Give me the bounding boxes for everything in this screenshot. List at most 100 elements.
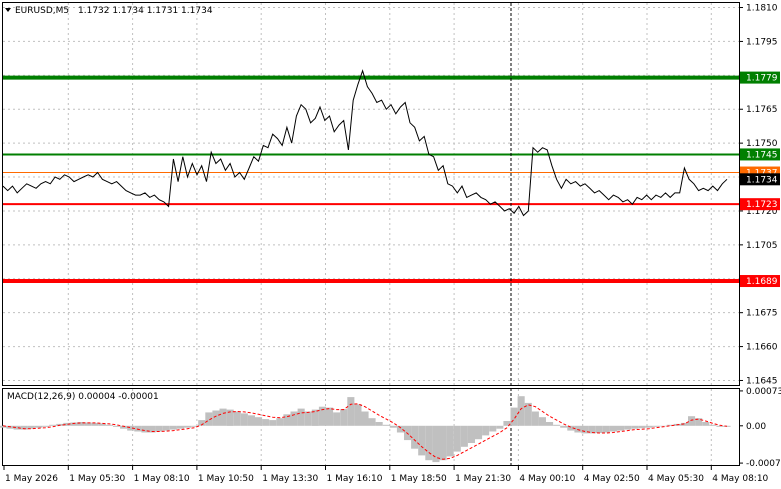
macd-histogram-bar (453, 425, 461, 452)
macd-histogram-bar (354, 404, 362, 426)
macd-histogram-bar (155, 425, 163, 432)
macd-histogram-bar (49, 424, 57, 426)
macd-histogram-bar (368, 418, 376, 426)
macd-histogram-bar (418, 425, 426, 456)
macd-histogram-bar (326, 407, 334, 426)
macd-histogram-bar (638, 425, 646, 429)
macd-histogram-bar (652, 425, 660, 427)
macd-histogram-bar (176, 425, 184, 429)
macd-histogram-bar (531, 411, 539, 426)
macd-histogram-bar (517, 396, 525, 426)
macd-histogram-bar (141, 425, 149, 433)
macd-histogram-bar (382, 424, 390, 426)
time-tick-label: 1 May 21:30 (455, 474, 511, 484)
macd-histogram-bar (602, 425, 610, 433)
trading-chart-window[interactable]: 1.18101.17951.17801.17651.17501.17351.17… (0, 0, 781, 489)
macd-histogram-bar (425, 425, 433, 461)
bid-price-tag-text: 1.1734 (746, 175, 778, 185)
macd-histogram-bar (553, 424, 561, 426)
macd-histogram-bar (716, 425, 724, 427)
price-tick-label: 1.1795 (746, 37, 778, 47)
macd-histogram-bar (631, 425, 639, 429)
symbol-dropdown-icon[interactable] (5, 8, 11, 12)
price-tick-label: 1.1765 (746, 105, 778, 115)
price-tick-label: 1.1645 (746, 376, 778, 386)
time-tick-label: 1 May 08:10 (134, 474, 190, 484)
time-tick-label: 1 May 13:30 (262, 474, 318, 484)
macd-histogram-bar (432, 425, 440, 463)
time-tick-label: 1 May 10:50 (198, 474, 254, 484)
time-axis[interactable]: 1 May 2026 1 May 05:30 1 May 08:10 1 May 10… (3, 465, 769, 484)
macd-histogram-bar (467, 425, 475, 443)
time-tick-label: 1 May 2026 (5, 474, 58, 484)
macd-histogram-bar (538, 417, 546, 426)
macd-histogram-bar (134, 425, 142, 432)
macd-histogram-bar (105, 424, 113, 426)
macd-histogram-bar (496, 425, 504, 429)
macd-histogram-bar (595, 425, 603, 433)
macd-histogram-bar (375, 422, 383, 426)
macd-histogram-bar (624, 425, 632, 430)
macd-histogram-bar (347, 397, 355, 426)
macd-histogram-bar (240, 413, 248, 426)
macd-histogram-bar (297, 408, 305, 426)
macd-histogram-bar (688, 416, 696, 426)
macd-histogram-bar (482, 425, 490, 436)
price-level-tag-text: 1.1779 (746, 74, 778, 84)
macd-axis: 0.00073 0.00 -0.00078 (739, 387, 781, 469)
macd-histogram-bar (510, 407, 518, 426)
price-level-tag-text: 1.1723 (746, 200, 778, 210)
macd-histogram-bar (255, 417, 263, 426)
macd-histogram-bar (389, 425, 397, 428)
macd-histogram-bar (489, 425, 497, 432)
time-tick-label: 1 May 05:30 (69, 474, 125, 484)
macd-histogram-bar (340, 409, 348, 426)
price-level-tag-text: 1.1689 (746, 277, 778, 287)
macd-histogram-bar (475, 425, 483, 440)
macd-histogram-bar (233, 411, 241, 426)
macd-histogram-bar (247, 415, 255, 426)
macd-histogram-bar (560, 425, 568, 428)
symbol-label: EURUSD,M5 (15, 6, 69, 16)
ohlc-readout: 1.1732 1.1734 1.1731 1.1734 (78, 6, 213, 16)
level-price-labels: 1.17791.17451.17231.16891.17371.1734 (740, 71, 780, 288)
macd-indicator-label: MACD(12,26,9) 0.00004 -0.00001 (7, 392, 159, 402)
price-tick-label: 1.1810 (746, 4, 778, 14)
macd-histogram-bar (439, 425, 447, 461)
macd-histogram-bar (212, 410, 220, 426)
time-tick-label: 4 May 05:30 (648, 474, 704, 484)
time-tick-label: 4 May 00:10 (519, 474, 575, 484)
macd-histogram-bar (262, 419, 270, 426)
macd-histogram-bar (609, 425, 617, 432)
time-tick-label: 4 May 08:10 (712, 474, 768, 484)
macd-tick-label: 0.00073 (746, 387, 781, 397)
chart-canvas[interactable]: 1.18101.17951.17801.17651.17501.17351.17… (0, 0, 781, 489)
macd-histogram-bar (42, 425, 50, 427)
macd-histogram-bar (169, 425, 177, 430)
price-level-tag-text: 1.1745 (746, 150, 778, 160)
macd-histogram-bar (361, 411, 369, 426)
time-tick-label: 4 May 02:50 (584, 474, 640, 484)
macd-histogram-bar (709, 424, 717, 426)
price-tick-label: 1.1705 (746, 241, 778, 251)
macd-histogram-bar (617, 425, 625, 431)
macd-histogram-bar (113, 425, 121, 427)
price-tick-label: 1.1750 (746, 139, 778, 149)
macd-histogram-bar (645, 425, 653, 428)
main-chart-frame (2, 2, 740, 386)
macd-histogram-bar (276, 418, 284, 426)
macd-histogram-bar (34, 425, 42, 428)
macd-histogram-bar (659, 425, 667, 427)
macd-histogram-bar (184, 425, 192, 428)
macd-histogram-bar (446, 425, 454, 457)
time-tick-label: 1 May 18:50 (391, 474, 447, 484)
macd-histogram-bar (333, 412, 341, 426)
macd-histogram-bar (702, 422, 710, 426)
macd-histogram-bar (546, 422, 554, 426)
macd-tick-label: 0.00 (746, 422, 766, 432)
macd-histogram-bar (269, 420, 277, 426)
price-axis[interactable]: 1.18101.17951.17801.17651.17501.17351.17… (739, 4, 778, 387)
macd-histogram-bar (304, 411, 312, 426)
macd-histogram-bar (290, 411, 298, 426)
time-tick-label: 1 May 16:10 (327, 474, 383, 484)
